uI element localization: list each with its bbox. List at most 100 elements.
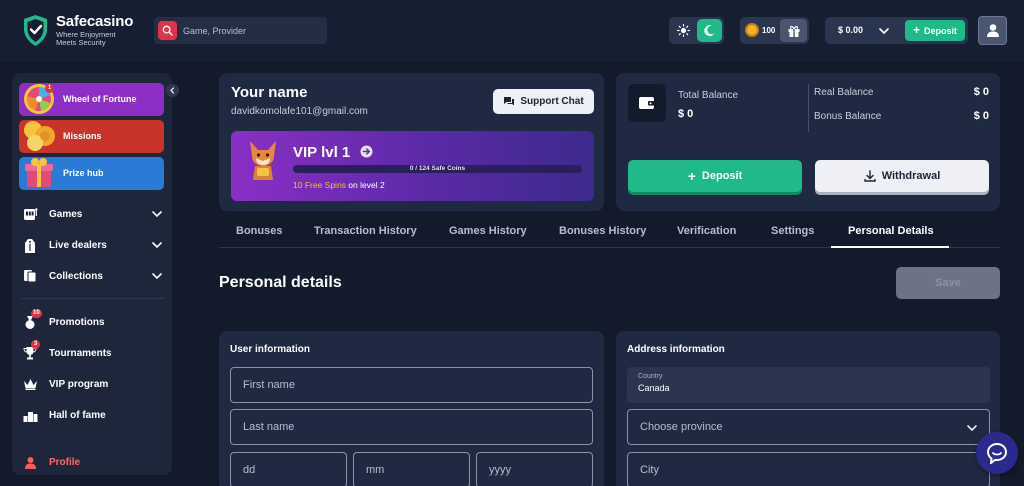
- search-input[interactable]: Game, Provider: [183, 26, 246, 36]
- sidebar-item-promotions[interactable]: 10 Promotions: [21, 309, 164, 332]
- search-box[interactable]: Game, Provider: [154, 17, 327, 44]
- chevron-left-icon: [170, 87, 175, 94]
- bonus-balance-value: $ 0: [973, 110, 989, 122]
- promotions-badge: 10: [31, 309, 42, 318]
- coin-icon: [745, 23, 759, 37]
- header-deposit-label: Deposit: [924, 25, 958, 36]
- wallet-balance: $ 0.00: [838, 25, 864, 35]
- country-field[interactable]: Country Canada: [627, 367, 990, 403]
- user-menu-button[interactable]: [978, 16, 1007, 45]
- sidebar-item-profile-label: Profile: [49, 456, 81, 468]
- deposit-button[interactable]: + Deposit: [628, 160, 802, 192]
- vip-spins-rest: on level 2: [348, 180, 385, 190]
- vip-progress-card[interactable]: VIP lvl 1 0 / 124 Safe Coins 10 Free Spi…: [231, 131, 594, 201]
- sidebar-item-hall-of-fame[interactable]: Hall of fame: [21, 405, 164, 425]
- sidebar-item-vip-program[interactable]: VIP program: [21, 374, 164, 394]
- user-icon: [986, 24, 999, 37]
- sidebar-collapse-button[interactable]: [166, 84, 179, 97]
- download-icon: [864, 170, 876, 182]
- medal-icon: 10: [21, 309, 42, 331]
- country-label: Country: [638, 373, 663, 380]
- save-button[interactable]: Save: [896, 267, 1000, 299]
- profile-icon: [21, 453, 39, 471]
- plus-icon: +: [912, 23, 920, 37]
- sidebar-item-live-dealers[interactable]: Live dealers: [21, 235, 164, 255]
- support-chat-button[interactable]: Support Chat: [493, 89, 594, 114]
- chevron-down-icon[interactable]: [150, 269, 164, 283]
- trophy-icon: 3: [21, 340, 40, 362]
- balance-card: Total Balance $ 0 Real Balance $ 0 Bonus…: [616, 73, 1000, 211]
- first-name-field[interactable]: First name: [230, 367, 593, 403]
- gift-icon[interactable]: [780, 19, 807, 42]
- sidebar-divider: [21, 298, 164, 299]
- theme-toggle[interactable]: [669, 17, 724, 44]
- sidebar-item-collections[interactable]: Collections: [21, 266, 164, 286]
- profile-card: Your name davidkomolafe101@gmail.com Sup…: [219, 73, 604, 211]
- support-chat-label: Support Chat: [520, 96, 584, 107]
- birth-day-field[interactable]: dd: [230, 452, 347, 486]
- promo-wheel-of-fortune[interactable]: 1 Wheel of Fortune: [19, 83, 164, 116]
- sidebar-item-tournaments[interactable]: 3 Tournaments: [21, 340, 164, 363]
- sun-icon[interactable]: [674, 21, 693, 40]
- sidebar-item-collections-label: Collections: [49, 270, 103, 282]
- tab-personal-details[interactable]: Personal Details: [848, 225, 934, 237]
- vip-spins-highlight: 10 Free Spins: [293, 180, 346, 190]
- promo-missions[interactable]: Missions: [19, 120, 164, 153]
- birth-year-field[interactable]: yyyy: [476, 452, 593, 486]
- top-bar: Safecasino Where Enjoyment Meets Securit…: [0, 0, 1024, 62]
- city-field[interactable]: City: [627, 452, 990, 486]
- wallet-dropdown[interactable]: $ 0.00 + Deposit: [825, 17, 968, 44]
- header-deposit-button[interactable]: + Deposit: [905, 20, 965, 41]
- logo[interactable]: Safecasino Where Enjoyment Meets Securit…: [22, 14, 133, 47]
- sidebar-item-profile[interactable]: Profile: [21, 452, 164, 472]
- tab-verification[interactable]: Verification: [677, 225, 736, 237]
- dealer-icon: [21, 236, 39, 254]
- chevron-down-icon[interactable]: [150, 238, 164, 252]
- active-tab-indicator: [831, 246, 949, 248]
- wheel-badge: 1: [45, 84, 54, 93]
- withdrawal-button[interactable]: Withdrawal: [815, 160, 989, 192]
- crown-icon: [21, 375, 39, 393]
- cards-icon: [21, 267, 39, 285]
- chat-icon: [504, 97, 515, 106]
- address-information-card: Address information Country Canada Choos…: [616, 331, 1000, 486]
- profile-email: davidkomolafe101@gmail.com: [231, 106, 368, 117]
- balance-divider: [808, 84, 809, 132]
- bonus-balance-label: Bonus Balance: [814, 111, 882, 122]
- podium-icon: [21, 406, 39, 424]
- fox-mascot-icon: [250, 141, 276, 180]
- tab-bonuses[interactable]: Bonuses: [236, 225, 282, 237]
- last-name-field[interactable]: Last name: [230, 409, 593, 445]
- chevron-down-icon[interactable]: [877, 24, 891, 38]
- tab-bonuses-history[interactable]: Bonuses History: [559, 225, 646, 237]
- withdrawal-label: Withdrawal: [881, 170, 941, 182]
- profile-name: Your name: [231, 84, 308, 101]
- prize-hub-icon: [25, 158, 53, 187]
- search-icon[interactable]: [158, 21, 177, 40]
- safe-coins[interactable]: 100: [740, 17, 809, 44]
- wallet-icon: [628, 84, 666, 122]
- user-info-title: User information: [230, 344, 311, 355]
- wheel-of-fortune-icon: [24, 84, 54, 114]
- live-chat-button[interactable]: [976, 432, 1018, 474]
- promo-prize-hub[interactable]: Prize hub: [19, 157, 164, 190]
- tab-games-history[interactable]: Games History: [449, 225, 527, 237]
- sidebar-item-tournaments-label: Tournaments: [49, 347, 112, 359]
- arrow-right-icon[interactable]: [360, 145, 373, 158]
- sidebar-item-hall-of-fame-label: Hall of fame: [49, 409, 106, 421]
- tab-settings[interactable]: Settings: [771, 225, 814, 237]
- country-value: Canada: [638, 383, 670, 393]
- tab-transaction-history[interactable]: Transaction History: [314, 225, 417, 237]
- brand-name: Safecasino: [56, 13, 134, 30]
- moon-icon[interactable]: [697, 19, 722, 42]
- birth-month-field[interactable]: mm: [353, 452, 470, 486]
- address-info-title: Address information: [627, 344, 725, 355]
- chevron-down-icon[interactable]: [150, 207, 164, 221]
- profile-tabs: Bonuses Transaction History Games Histor…: [219, 221, 1000, 248]
- sidebar-item-games[interactable]: Games: [21, 204, 164, 224]
- province-select[interactable]: Choose province: [627, 409, 990, 445]
- real-balance-value: $ 0: [973, 86, 989, 98]
- chevron-down-icon[interactable]: [965, 421, 979, 435]
- plus-icon: +: [687, 167, 696, 184]
- promo-wheel-label: Wheel of Fortune: [63, 94, 137, 104]
